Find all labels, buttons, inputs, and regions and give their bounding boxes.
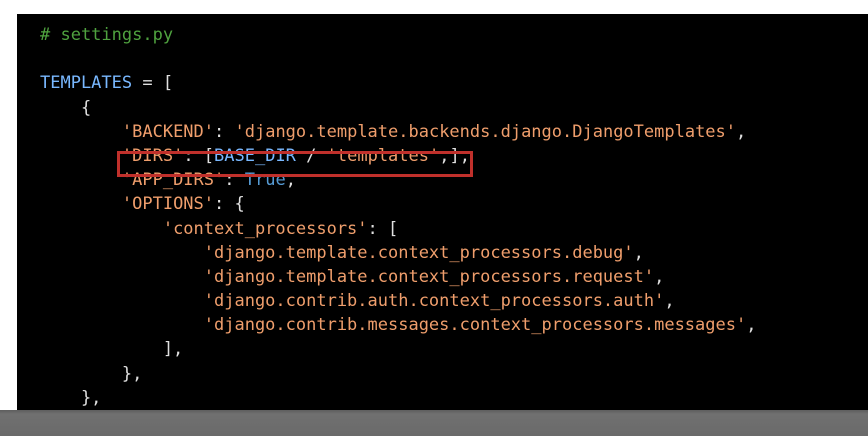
code-token: 'django.template.context_processors.debu…: [203, 242, 634, 263]
code-token: },: [40, 363, 143, 384]
code-line: TEMPLATES = [: [40, 71, 756, 95]
code-line: 'DIRS': [BASE_DIR / 'templates',],: [40, 144, 756, 168]
code-line: # settings.py: [40, 23, 756, 47]
code-token: 'django.contrib.messages.context_process…: [203, 315, 747, 336]
code-token: :: [224, 170, 245, 191]
code-token: ,: [285, 170, 296, 191]
code-token: 'context_processors': [162, 218, 368, 239]
code-line: ],: [40, 337, 756, 361]
code-token: = [: [132, 73, 174, 94]
code-line: },: [40, 362, 756, 386]
code-token: :: [214, 121, 235, 142]
code-token: ,: [746, 315, 757, 336]
code-line: 'django.template.context_processors.requ…: [40, 265, 756, 289]
code-token: : {: [214, 194, 245, 215]
code-token: : [: [367, 218, 399, 239]
code-line: 'django.template.context_processors.debu…: [40, 241, 756, 265]
code-token: TEMPLATES: [40, 73, 133, 94]
code-line: 'OPTIONS': {: [40, 192, 756, 216]
code-token: 'OPTIONS': [121, 194, 215, 215]
code-token: ,: [654, 266, 665, 287]
code-token: 'django.template.backends.django.DjangoT…: [234, 121, 737, 142]
code-editor: # settings.py TEMPLATES = [ { 'BACKEND':…: [17, 14, 868, 410]
code-token: ,: [664, 291, 675, 312]
code-token: /: [295, 145, 327, 166]
code-token: 'DIRS': [121, 145, 184, 166]
code-token: ,: [736, 121, 747, 142]
code-token: 'django.contrib.auth.context_processors.…: [203, 291, 665, 312]
code-token: BASE_DIR: [214, 145, 296, 166]
code-token: ],: [40, 339, 184, 360]
code-token: 'django.template.context_processors.requ…: [203, 266, 655, 287]
code-line: 'APP_DIRS': True,: [40, 168, 756, 192]
code-token: 'BACKEND': [121, 121, 215, 142]
code-token: ,: [633, 242, 644, 263]
code-line: },: [40, 386, 756, 410]
code-token: },: [40, 387, 102, 408]
code-token: {: [40, 97, 92, 118]
code-line: 'BACKEND': 'django.template.backends.dja…: [40, 120, 756, 144]
code-token: ,],: [439, 145, 470, 166]
code-line: 'django.contrib.messages.context_process…: [40, 313, 757, 337]
code-line: 'django.contrib.auth.context_processors.…: [40, 289, 756, 313]
code-line: 'context_processors': [: [40, 217, 756, 241]
code-block: # settings.py TEMPLATES = [ { 'BACKEND':…: [40, 23, 756, 410]
bottom-bar: [0, 410, 868, 436]
code-token: 'APP_DIRS': [121, 170, 225, 191]
code-token: : [: [183, 145, 215, 166]
code-token: # settings.py: [40, 25, 174, 45]
code-token: True: [244, 170, 286, 191]
code-line: {: [40, 96, 756, 120]
code-token: 'templates': [326, 145, 440, 166]
